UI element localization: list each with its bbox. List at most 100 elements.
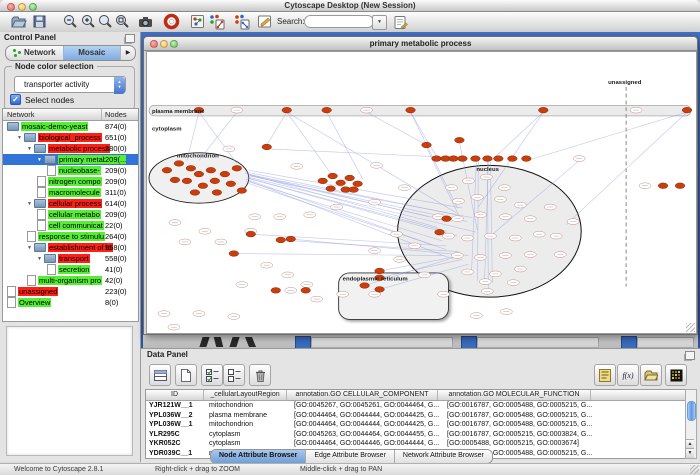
network-graph[interactable]: plasma membrane cytoplasm mitochondrion …: [147, 52, 696, 333]
gene-node[interactable]: [442, 216, 452, 222]
column-divider[interactable]: [101, 109, 102, 120]
gene-node[interactable]: [375, 287, 385, 293]
gene-node[interactable]: [483, 156, 493, 162]
table-row[interactable]: YJR121W__1mitochondrion[GO:0045267, GO:0…: [146, 401, 686, 411]
gene-node[interactable]: [455, 137, 465, 143]
annotation-icon[interactable]: [256, 13, 273, 30]
tree-row[interactable]: nucleobase-209(0): [3, 165, 138, 176]
gene-node[interactable]: [190, 190, 200, 196]
expand-arrow-icon[interactable]: ▼: [15, 135, 24, 141]
gene-node[interactable]: [229, 251, 239, 257]
gene-node[interactable]: [328, 173, 338, 179]
gene-node[interactable]: [232, 165, 242, 171]
gene-node[interactable]: [675, 183, 685, 189]
table-cell[interactable]: YLR295C: [146, 430, 206, 440]
table-cell[interactable]: YKR052C: [146, 439, 206, 449]
tree-row[interactable]: ▼cellular process614(0): [3, 198, 138, 209]
network-window-titlebar[interactable]: primary metabolic process: [144, 37, 697, 51]
zoom-selected-icon[interactable]: [97, 13, 114, 30]
function-builder-icon[interactable]: f(x): [617, 364, 639, 386]
gene-node[interactable]: [198, 183, 208, 189]
background-window-fragment[interactable]: [461, 336, 477, 348]
expand-arrow-icon[interactable]: ▼: [25, 146, 34, 152]
zoom-out-icon[interactable]: [62, 13, 79, 30]
gene-node[interactable]: [345, 175, 355, 181]
zoom-fit-icon[interactable]: [114, 13, 131, 30]
gene-node[interactable]: [182, 178, 192, 184]
table-scrollbar[interactable]: ▲ ▼: [685, 389, 697, 459]
layout-edges-icon[interactable]: [233, 13, 250, 30]
table-cell[interactable]: [GO:0005488, GO:0005215, GO:0003674]: [444, 439, 599, 449]
table-cell[interactable]: YPL036W__2: [146, 411, 206, 421]
gene-node[interactable]: [682, 107, 692, 113]
tab-overflow-arrow[interactable]: ▶: [120, 46, 135, 60]
tree-row[interactable]: multi-organism pro42(0): [3, 275, 138, 286]
gene-node[interactable]: [318, 178, 328, 184]
table-cell[interactable]: cytoplasm: [206, 430, 291, 440]
annotation-tool-icon[interactable]: [392, 14, 409, 31]
gene-node[interactable]: [458, 156, 468, 162]
zoom-view-button[interactable]: [170, 40, 178, 48]
background-window-fragment[interactable]: [621, 336, 637, 348]
gene-node[interactable]: [375, 268, 385, 274]
table-cell[interactable]: mitochondrion: [206, 420, 291, 430]
tab-network[interactable]: Network: [6, 46, 63, 60]
new-attribute-icon[interactable]: [175, 364, 197, 386]
tab-node-attribute-browser[interactable]: Node Attribute Browser: [211, 450, 306, 463]
zoom-window-button[interactable]: [29, 3, 37, 11]
tree-row[interactable]: cell communicat22(0): [3, 220, 138, 231]
tree-row[interactable]: secretion41(0): [3, 264, 138, 275]
gene-node[interactable]: [435, 229, 445, 235]
table-cell[interactable]: mitochondrion: [206, 401, 291, 411]
gene-node[interactable]: [174, 161, 184, 167]
search-dropdown-button[interactable]: ▼: [372, 15, 387, 30]
expand-arrow-icon[interactable]: ▼: [35, 256, 44, 262]
gene-node[interactable]: [538, 107, 548, 113]
attribute-table-header[interactable]: ID _cellularLayoutRegion annotation.GO C…: [146, 390, 686, 401]
attribute-list-icon[interactable]: [594, 364, 616, 386]
close-window-button[interactable]: [7, 3, 15, 11]
tree-row[interactable]: ▼transport558(0): [3, 253, 138, 264]
gene-node[interactable]: [301, 288, 311, 294]
expand-arrow-icon[interactable]: ▼: [35, 157, 44, 163]
gene-node[interactable]: [422, 142, 432, 148]
select-nodes-checkbox[interactable]: ✓: [10, 94, 21, 105]
gene-node[interactable]: [471, 156, 481, 162]
resize-grip-icon[interactable]: [690, 465, 699, 474]
table-cell[interactable]: [GO:0044464, GO:0044444, GO:0044425, G..…: [291, 420, 444, 430]
table-cell[interactable]: [GO:0016787, GO:0005488, GO:0005215, G..…: [444, 420, 599, 430]
table-cell[interactable]: [GO:0044464, GO:0044444, GO:0044425, G..…: [291, 411, 444, 421]
col-header-cellular-component[interactable]: annotation.GO CELLULAR_COMPONENT: [287, 390, 438, 400]
background-window-fragment[interactable]: [637, 337, 694, 348]
gene-node[interactable]: [449, 156, 459, 162]
table-cell[interactable]: [GO:0016787, GO:0005488, GO:0005215, G..…: [444, 411, 599, 421]
gene-node[interactable]: [186, 165, 196, 171]
gene-node[interactable]: [406, 107, 416, 113]
background-window-fragment[interactable]: [311, 337, 453, 348]
minimize-window-button[interactable]: [18, 3, 26, 11]
gene-node[interactable]: [210, 178, 220, 184]
gene-node[interactable]: [353, 181, 363, 187]
gene-node[interactable]: [286, 236, 296, 242]
table-cell[interactable]: plasma membrane: [206, 411, 291, 421]
gene-node[interactable]: [322, 107, 332, 113]
expand-arrow-icon[interactable]: ▼: [25, 245, 34, 251]
gene-node[interactable]: [262, 144, 272, 150]
table-cell[interactable]: [GO:0045267, GO:0045261, GO:0044464, G..…: [291, 401, 444, 411]
scrollbar-thumb[interactable]: [687, 401, 696, 421]
gene-node[interactable]: [336, 180, 346, 186]
plasma-membrane-region[interactable]: [149, 105, 691, 116]
delete-attribute-icon[interactable]: [249, 364, 271, 386]
gene-node[interactable]: [194, 171, 204, 177]
select-attributes-icon[interactable]: [201, 364, 223, 386]
tree-row[interactable]: mosaic-demo-yeast874(0): [3, 121, 138, 132]
network-canvas[interactable]: plasma membrane cytoplasm mitochondrion …: [146, 51, 697, 334]
gene-node[interactable]: [522, 156, 532, 162]
gene-node[interactable]: [494, 156, 504, 162]
network-overview-icon[interactable]: [189, 13, 206, 30]
tree-row[interactable]: ▼biological_process651(0): [3, 132, 138, 143]
minimize-view-button[interactable]: [160, 40, 168, 48]
table-cell[interactable]: [GO:0016787, GO:0005215, GO:0003824, G..…: [444, 430, 599, 440]
tree-row[interactable]: unassigned223(0): [3, 286, 138, 297]
table-row[interactable]: YKR052Ccytoplasm[GO:0044464, GO:0044446,…: [146, 439, 686, 449]
